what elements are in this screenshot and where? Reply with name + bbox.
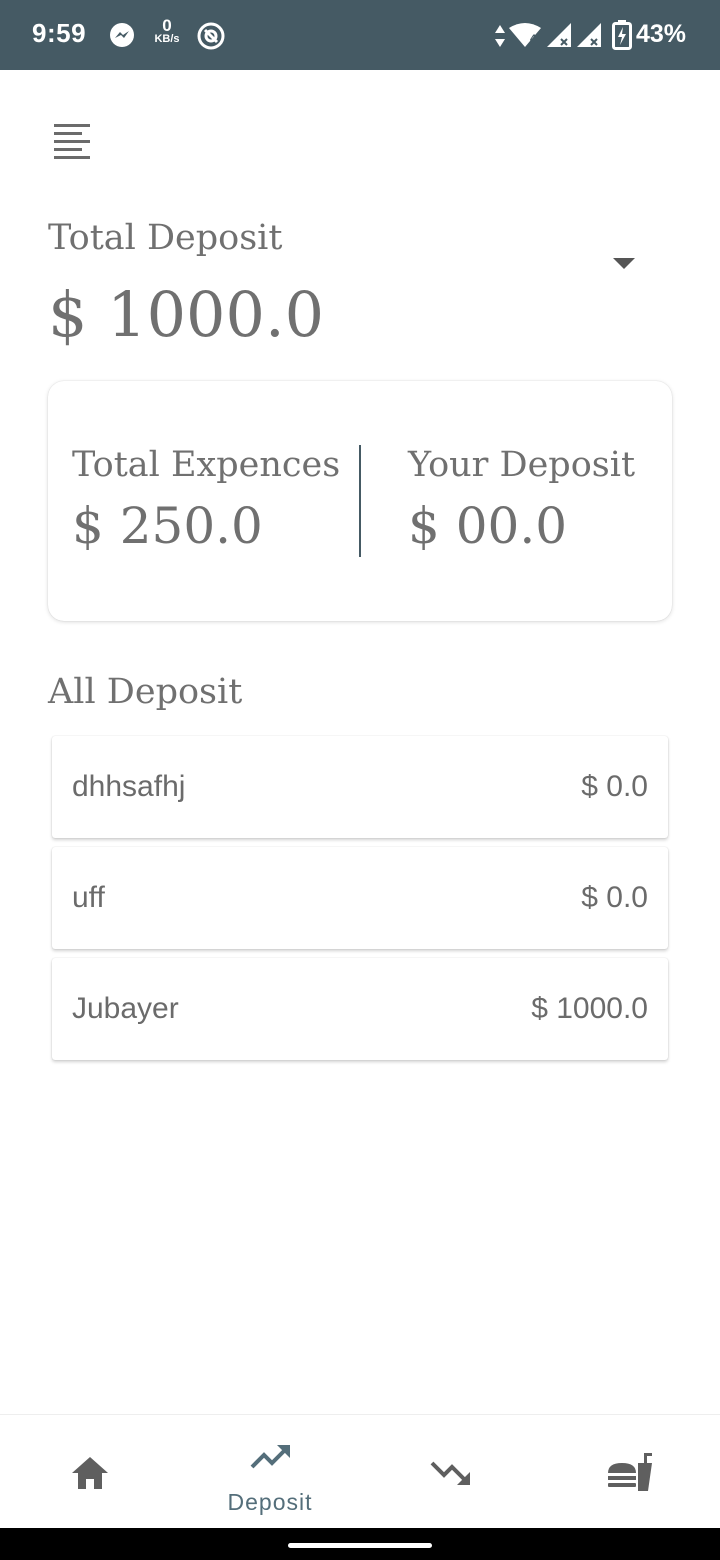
data-speed-unit: KB/s: [154, 33, 180, 45]
deposit-name: uff: [72, 881, 105, 914]
nav-expenses[interactable]: [360, 1415, 540, 1529]
summary-divider: [359, 445, 361, 557]
signal-icon-2: [576, 22, 602, 53]
arrow-drop-down-icon: [613, 258, 635, 269]
data-speed: 0 KB/s: [150, 17, 184, 45]
battery-icon: [612, 20, 632, 55]
total-expenses-value: $ 250.0: [72, 497, 263, 555]
total-deposit-label: Total Deposit: [48, 218, 283, 258]
deposit-list-item[interactable]: uff $ 0.0: [52, 847, 668, 949]
summary-card: Total Expences $ 250.0 Your Deposit $ 00…: [48, 381, 672, 621]
home-gesture-handle[interactable]: [288, 1543, 432, 1548]
deposit-list: dhhsafhj $ 0.0 uff $ 0.0 Jubayer $ 1000.…: [52, 736, 668, 1069]
system-navigation-bar: [0, 1528, 720, 1560]
at-sign-icon: [196, 21, 226, 56]
trending-up-icon: [250, 1445, 290, 1469]
network-type: 4: [530, 33, 537, 45]
trending-down-icon: [430, 1461, 470, 1485]
home-icon: [72, 1457, 108, 1489]
menu-lines-icon: [54, 124, 90, 159]
deposit-list-item[interactable]: dhhsafhj $ 0.0: [52, 736, 668, 838]
nav-food[interactable]: [540, 1415, 720, 1529]
nav-home[interactable]: [0, 1415, 180, 1529]
signal-icon: [546, 22, 572, 53]
dropdown-button[interactable]: [600, 244, 648, 280]
your-deposit-label: Your Deposit: [408, 445, 636, 485]
nav-deposit[interactable]: Deposit: [180, 1415, 360, 1529]
deposit-name: dhhsafhj: [72, 770, 186, 803]
deposit-list-item[interactable]: Jubayer $ 1000.0: [52, 958, 668, 1060]
fastfood-icon: [608, 1453, 652, 1491]
battery-percentage: 43%: [636, 20, 687, 48]
deposit-amount: $ 0.0: [581, 770, 648, 803]
messenger-icon: [108, 22, 136, 55]
deposit-name: Jubayer: [72, 992, 179, 1025]
deposit-amount: $ 0.0: [581, 881, 648, 914]
wifi-icon: 4: [508, 22, 542, 53]
nav-deposit-label: Deposit: [227, 1489, 313, 1515]
status-bar: 9:59 0 KB/s 4 43%: [0, 0, 720, 70]
data-arrows-icon: [494, 24, 506, 53]
total-expenses-label: Total Expences: [72, 445, 341, 485]
deposit-amount: $ 1000.0: [531, 992, 648, 1025]
status-time: 9:59: [32, 18, 87, 48]
total-deposit-value: $ 1000.0: [48, 278, 325, 351]
bottom-navigation: Deposit: [0, 1414, 720, 1528]
menu-button[interactable]: [46, 116, 98, 168]
your-deposit-value: $ 00.0: [408, 497, 568, 555]
all-deposit-title: All Deposit: [48, 672, 243, 712]
data-speed-value: 0: [162, 16, 172, 35]
